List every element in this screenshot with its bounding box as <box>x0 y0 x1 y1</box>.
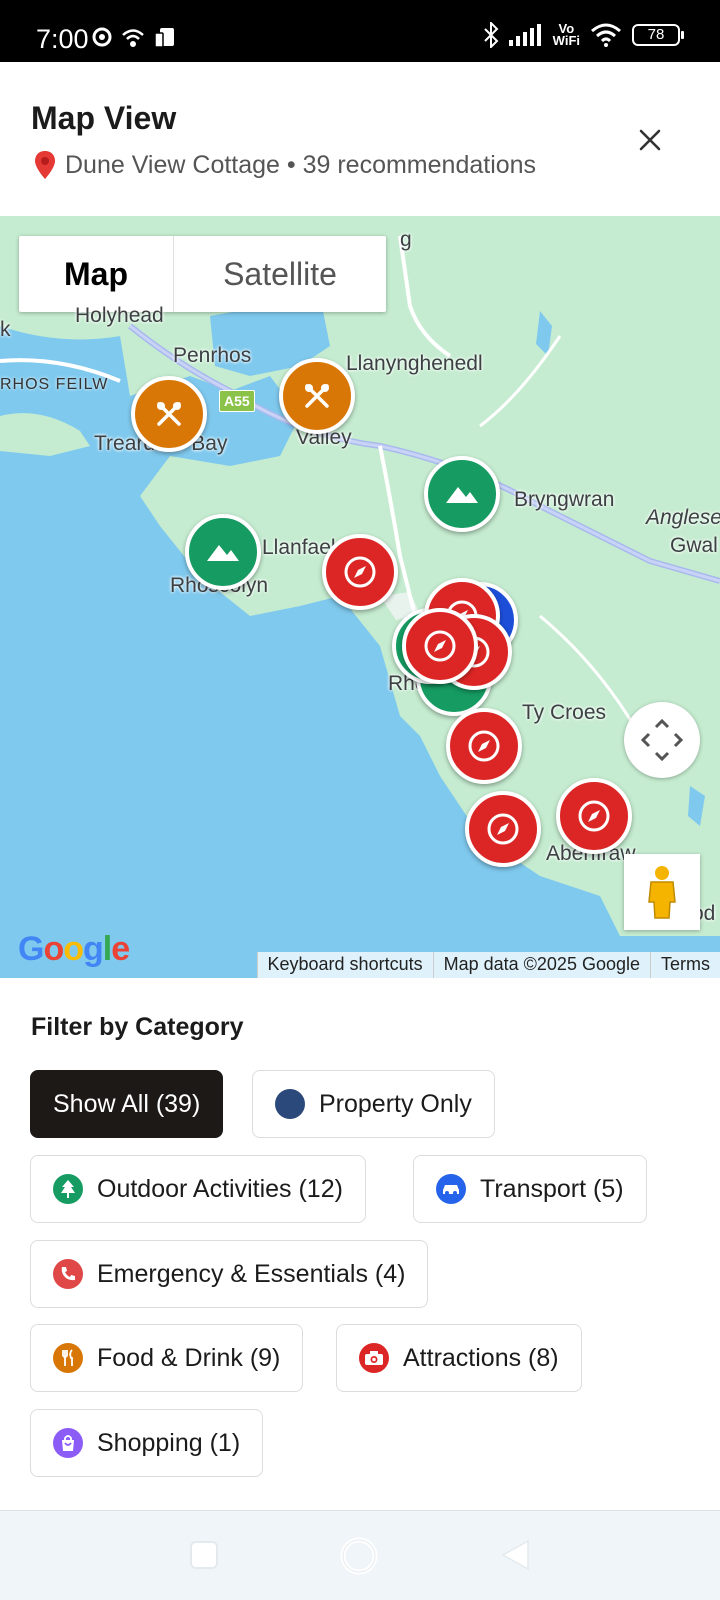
bluetooth-icon <box>483 22 499 48</box>
compass-icon <box>344 556 376 588</box>
compass-icon <box>468 730 500 762</box>
camera-icon <box>359 1343 389 1373</box>
map-camera-control-button[interactable] <box>624 702 700 778</box>
phone-icon <box>53 1259 83 1289</box>
status-notification-icons <box>92 27 176 49</box>
place-label: Holyhead <box>75 304 164 327</box>
mountain-icon <box>207 545 239 561</box>
map-pin-icon <box>35 151 55 179</box>
attraction-marker[interactable] <box>465 791 541 867</box>
compass-icon <box>578 800 610 832</box>
system-navigation-bar <box>0 1510 720 1600</box>
place-label: Anglese <box>646 506 720 529</box>
food-marker[interactable] <box>131 376 207 452</box>
hotspot-icon <box>122 29 144 47</box>
google-logo: Google <box>18 930 130 968</box>
modal-header: Map View Dune View Cottage • 39 recommen… <box>0 62 720 216</box>
attraction-marker[interactable] <box>402 608 478 684</box>
status-system-icons: Vo WiFi 78 <box>483 21 684 48</box>
mountain-icon <box>446 487 478 503</box>
place-label: Ty Croes <box>522 701 607 724</box>
header-subtitle: Dune View Cottage • 39 recommendations <box>33 150 536 180</box>
vowifi-indicator: Vo WiFi <box>552 21 580 48</box>
car-icon <box>436 1174 466 1204</box>
screen-cast-icon <box>154 28 174 48</box>
move-arrows-icon <box>640 718 684 762</box>
chip-label: Show All (39) <box>53 1089 201 1118</box>
compass-icon <box>487 813 519 845</box>
battery-icon: 78 <box>632 24 684 46</box>
place-label: k <box>0 318 11 341</box>
subtitle-text: Dune View Cottage • 39 recommendations <box>65 150 537 179</box>
close-icon <box>639 129 661 151</box>
signal-icon <box>508 24 541 46</box>
map-attribution: Keyboard shortcuts Map data ©2025 Google… <box>256 952 720 978</box>
map-type-toggle: Map Satellite <box>19 236 386 312</box>
road-label: RHOS FEILW <box>0 376 109 393</box>
page-title: Map View <box>31 100 177 136</box>
chip-label: Shopping (1) <box>97 1428 241 1457</box>
tree-icon <box>53 1174 83 1204</box>
compass-icon <box>424 630 456 662</box>
wifi-icon <box>591 23 621 47</box>
status-bar: 7:00 Vo WiFi 78 <box>0 0 720 62</box>
outdoor-marker[interactable] <box>185 514 261 590</box>
filter-chip-food-drink[interactable]: Food & Drink (9) <box>30 1324 304 1392</box>
filter-chip-emergency[interactable]: Emergency & Essentials (4) <box>30 1240 429 1308</box>
chip-label: Property Only <box>319 1089 472 1118</box>
place-label: Gwal <box>670 534 718 557</box>
place-label: Bryngwran <box>514 488 615 511</box>
chip-label: Food & Drink (9) <box>97 1343 281 1372</box>
map-canvas[interactable]: Map Satellite k g Holyhead Penrhos Llany… <box>0 216 720 978</box>
close-button[interactable] <box>632 122 668 158</box>
map-type-satellite-button[interactable]: Satellite <box>174 236 386 312</box>
filter-chip-attractions[interactable]: Attractions (8) <box>336 1324 582 1392</box>
place-label: g <box>400 228 412 251</box>
outdoor-marker[interactable] <box>424 456 500 532</box>
pegman-icon <box>648 866 676 919</box>
filter-chip-outdoor-activities[interactable]: Outdoor Activities (12) <box>30 1155 366 1223</box>
filter-chip-show-all[interactable]: Show All (39) <box>30 1070 224 1138</box>
utensils-icon <box>305 384 329 408</box>
back-icon[interactable] <box>500 1539 530 1571</box>
utensils-icon <box>53 1343 83 1373</box>
map-data-text: Map data ©2025 Google <box>432 952 650 978</box>
attraction-marker[interactable] <box>556 778 632 854</box>
chrome-icon <box>92 27 112 47</box>
shopping-bag-icon <box>53 1428 83 1458</box>
home-icon[interactable] <box>340 1537 378 1575</box>
road-shield: A55 <box>219 390 255 412</box>
recent-apps-icon[interactable] <box>190 1541 218 1569</box>
map-type-map-button[interactable]: Map <box>19 236 174 312</box>
filter-chip-transport[interactable]: Transport (5) <box>413 1155 647 1223</box>
place-label: Penrhos <box>173 344 252 367</box>
navy-dot-icon <box>275 1089 305 1119</box>
attraction-marker[interactable] <box>322 534 398 610</box>
filter-section-title: Filter by Category <box>31 1013 244 1041</box>
status-time: 7:00 <box>36 24 89 54</box>
utensils-icon <box>157 402 181 426</box>
attraction-marker[interactable] <box>446 708 522 784</box>
chip-label: Outdoor Activities (12) <box>97 1174 343 1203</box>
terms-link[interactable]: Terms <box>650 952 720 978</box>
street-view-pegman-button[interactable] <box>624 854 700 930</box>
filter-chip-shopping[interactable]: Shopping (1) <box>30 1409 264 1477</box>
place-label: Llanynghenedl <box>346 352 483 375</box>
chip-label: Attractions (8) <box>403 1343 559 1372</box>
chip-label: Transport (5) <box>480 1174 624 1203</box>
keyboard-shortcuts-link[interactable]: Keyboard shortcuts <box>256 952 433 978</box>
food-marker[interactable] <box>279 358 355 434</box>
chip-label: Emergency & Essentials (4) <box>97 1259 406 1288</box>
filter-chip-property-only[interactable]: Property Only <box>252 1070 495 1138</box>
